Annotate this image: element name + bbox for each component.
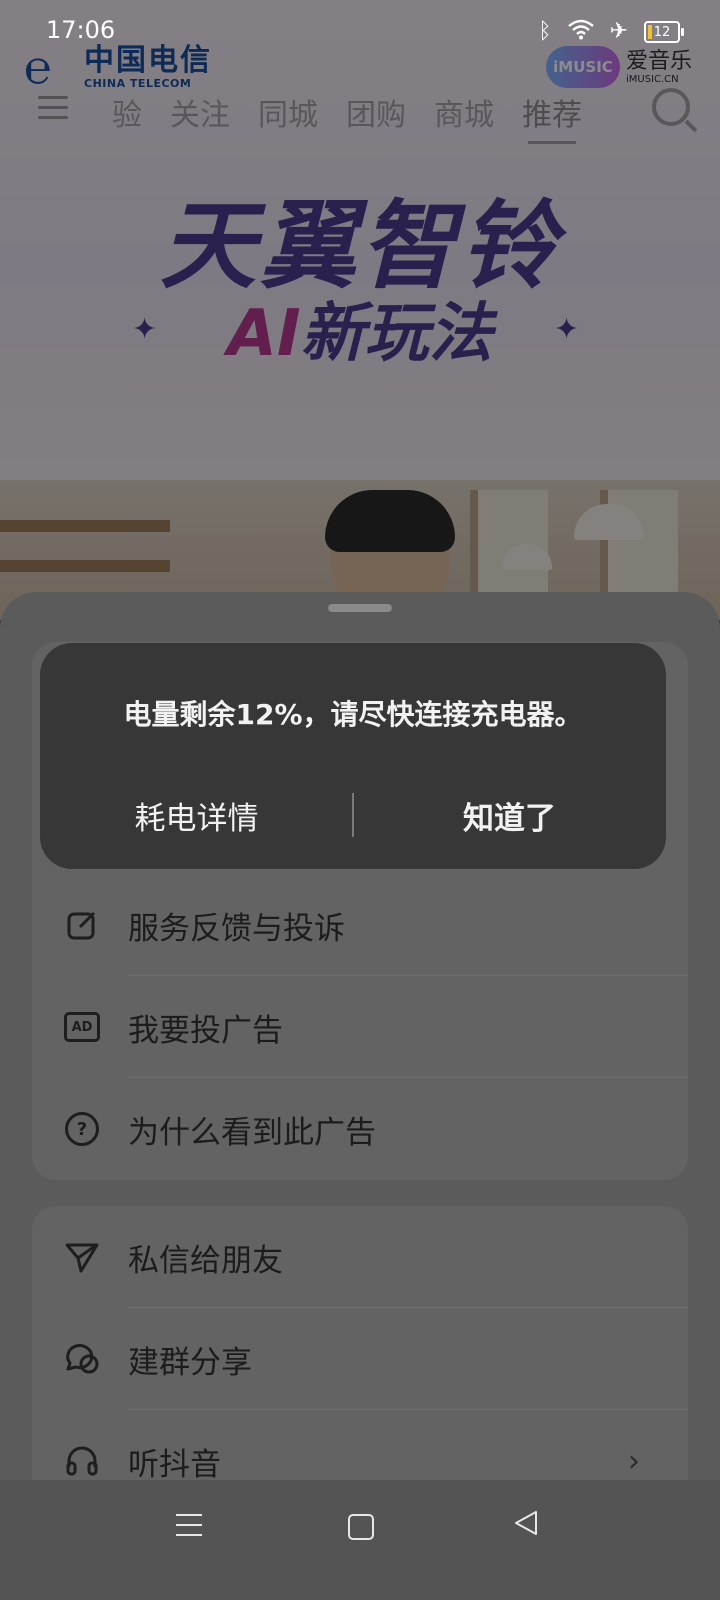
list-item-private-message[interactable]: 私信给朋友 [32, 1206, 688, 1308]
list-item-label: 听抖音 [128, 1446, 221, 1483]
battery-level: 12 [653, 24, 671, 40]
group-chat-icon [64, 1341, 100, 1377]
list-item-advertise[interactable]: AD 我要投广告 [32, 976, 688, 1078]
status-bar: 17:06 ᛒ ✈ 12 [0, 0, 720, 60]
got-it-button[interactable]: 知道了 [353, 793, 666, 838]
wifi-icon [567, 18, 594, 46]
list-item-label: 我要投广告 [128, 1012, 283, 1049]
sheet-drag-handle[interactable] [328, 604, 392, 612]
bluetooth-icon: ᛒ [538, 19, 552, 44]
recent-apps-button[interactable] [176, 1514, 202, 1544]
share-card: 私信给朋友 建群分享 听抖音 › [32, 1206, 688, 1512]
edit-icon [64, 907, 100, 943]
battery-icon: 12 [644, 21, 684, 43]
battery-details-button[interactable]: 耗电详情 [40, 793, 353, 838]
send-icon [64, 1239, 100, 1275]
low-battery-message: 电量剩余12%，请尽快连接充电器。 [123, 698, 583, 731]
status-time: 17:06 [46, 16, 116, 44]
list-item-group-share[interactable]: 建群分享 [32, 1308, 688, 1410]
headphones-icon [64, 1443, 100, 1479]
list-item-label: 为什么看到此广告 [128, 1114, 376, 1151]
list-item-feedback[interactable]: 服务反馈与投诉 [32, 874, 688, 976]
back-button[interactable] [512, 1508, 542, 1538]
list-item-label: 建群分享 [128, 1344, 252, 1381]
low-battery-dialog: 电量剩余12%，请尽快连接充电器。 耗电详情 知道了 [40, 643, 666, 869]
chevron-right-icon: › [628, 1443, 640, 1479]
system-nav-bar [0, 1480, 720, 1600]
airplane-icon: ✈ [609, 19, 628, 44]
home-button[interactable] [348, 1514, 374, 1540]
question-icon: ? [64, 1111, 100, 1147]
list-item-why-ad[interactable]: ? 为什么看到此广告 [32, 1078, 688, 1180]
list-item-label: 私信给朋友 [128, 1242, 283, 1279]
ad-icon: AD [64, 1009, 100, 1045]
list-item-label: 服务反馈与投诉 [128, 910, 345, 947]
